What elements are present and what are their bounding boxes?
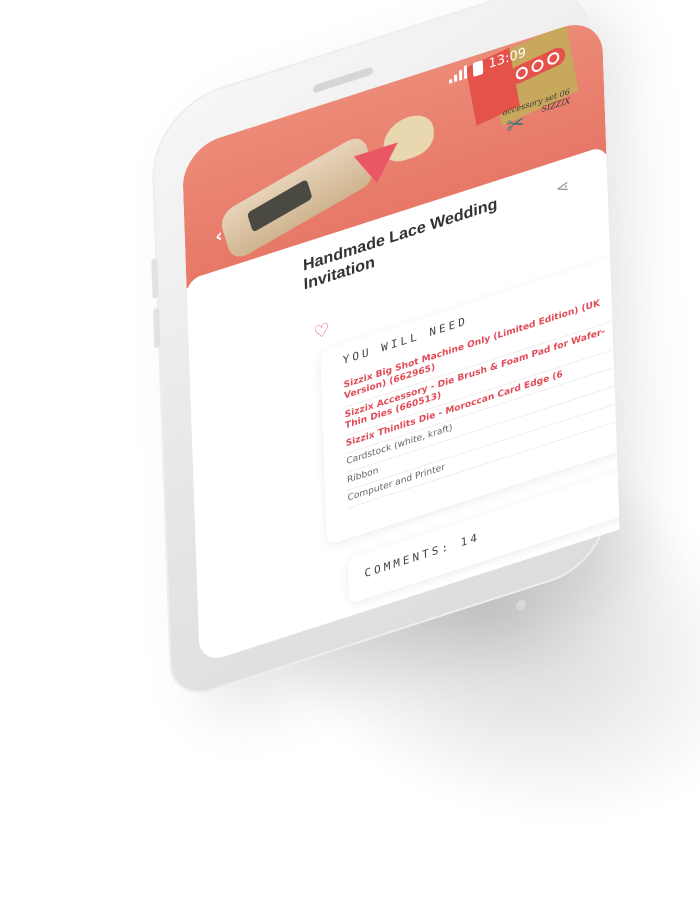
phone-speaker xyxy=(312,66,374,94)
chevron-left-icon[interactable]: ‹ xyxy=(215,225,223,248)
volume-down-button xyxy=(152,307,161,349)
battery-icon xyxy=(472,59,483,77)
signal-icon xyxy=(448,65,467,84)
volume-up-button xyxy=(151,257,159,300)
machine-slot xyxy=(246,178,313,233)
app-screen: ✂ accessory set 06 SIZZIX 13:09 ‹ Handma… xyxy=(181,14,620,665)
